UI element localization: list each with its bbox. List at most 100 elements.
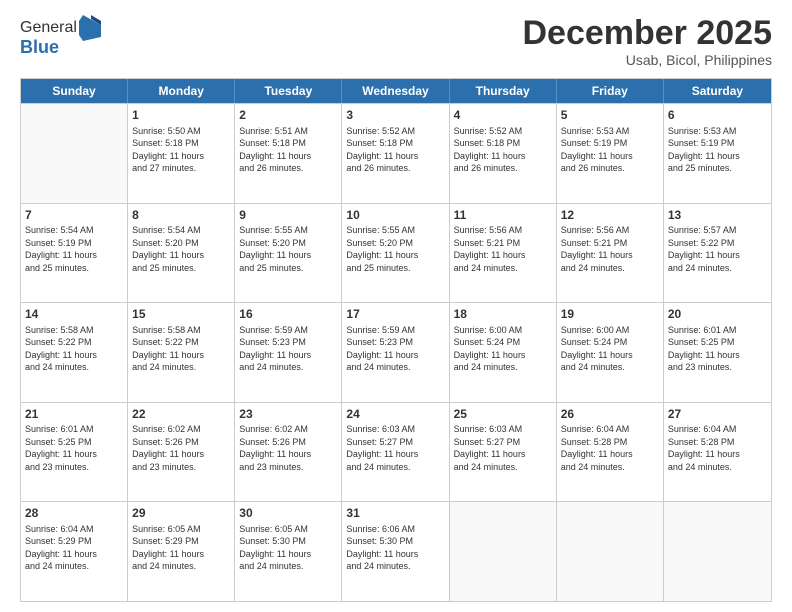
calendar-cell: 16 Sunrise: 5:59 AM Sunset: 5:23 PM Dayli… bbox=[235, 303, 342, 402]
day-number: 13 bbox=[668, 207, 767, 223]
calendar-cell bbox=[450, 502, 557, 601]
day-info: Sunrise: 5:54 AM Sunset: 5:19 PM Dayligh… bbox=[25, 224, 123, 274]
calendar-cell: 22Sunrise: 6:02 AM Sunset: 5:26 PM Dayli… bbox=[128, 403, 235, 502]
calendar-header-day: Wednesday bbox=[342, 79, 449, 103]
day-info: Sunrise: 6:00 AM Sunset: 5:24 PM Dayligh… bbox=[561, 324, 659, 374]
day-info: Sunrise: 6:01 AM Sunset: 5:25 PM Dayligh… bbox=[668, 324, 767, 374]
day-number: 14 bbox=[25, 306, 123, 322]
day-info: Sunrise: 5:59 AM Sunset: 5:23 PM Dayligh… bbox=[239, 324, 337, 374]
calendar-cell: 26Sunrise: 6:04 AM Sunset: 5:28 PM Dayli… bbox=[557, 403, 664, 502]
day-info: Sunrise: 6:04 AM Sunset: 5:28 PM Dayligh… bbox=[668, 423, 767, 473]
day-info: Sunrise: 5:57 AM Sunset: 5:22 PM Dayligh… bbox=[668, 224, 767, 274]
day-info: Sunrise: 5:55 AM Sunset: 5:20 PM Dayligh… bbox=[239, 224, 337, 274]
day-info: Sunrise: 5:55 AM Sunset: 5:20 PM Dayligh… bbox=[346, 224, 444, 274]
calendar-cell: 20 Sunrise: 6:01 AM Sunset: 5:25 PM Dayli… bbox=[664, 303, 771, 402]
day-info: Sunrise: 5:56 AM Sunset: 5:21 PM Dayligh… bbox=[454, 224, 552, 274]
calendar-week: 1 Sunrise: 5:50 AM Sunset: 5:18 PM Daylig… bbox=[21, 103, 771, 203]
day-info: Sunrise: 5:50 AM Sunset: 5:18 PM Dayligh… bbox=[132, 125, 230, 175]
calendar-cell: 12Sunrise: 5:56 AM Sunset: 5:21 PM Dayli… bbox=[557, 204, 664, 303]
day-info: Sunrise: 6:05 AM Sunset: 5:30 PM Dayligh… bbox=[239, 523, 337, 573]
calendar-cell bbox=[664, 502, 771, 601]
day-number: 23 bbox=[239, 406, 337, 422]
day-info: Sunrise: 6:03 AM Sunset: 5:27 PM Dayligh… bbox=[454, 423, 552, 473]
day-info: Sunrise: 5:52 AM Sunset: 5:18 PM Dayligh… bbox=[346, 125, 444, 175]
calendar-cell: 5 Sunrise: 5:53 AM Sunset: 5:19 PM Daylig… bbox=[557, 104, 664, 203]
day-info: Sunrise: 5:51 AM Sunset: 5:18 PM Dayligh… bbox=[239, 125, 337, 175]
calendar-header-day: Thursday bbox=[450, 79, 557, 103]
day-number: 12 bbox=[561, 207, 659, 223]
calendar-cell: 6Sunrise: 5:53 AM Sunset: 5:19 PM Daylig… bbox=[664, 104, 771, 203]
location: Usab, Bicol, Philippines bbox=[522, 52, 772, 68]
calendar-header-day: Sunday bbox=[21, 79, 128, 103]
logo-general-text: General bbox=[20, 19, 77, 37]
day-info: Sunrise: 6:01 AM Sunset: 5:25 PM Dayligh… bbox=[25, 423, 123, 473]
day-number: 16 bbox=[239, 306, 337, 322]
calendar-week: 7Sunrise: 5:54 AM Sunset: 5:19 PM Daylig… bbox=[21, 203, 771, 303]
day-info: Sunrise: 6:02 AM Sunset: 5:26 PM Dayligh… bbox=[239, 423, 337, 473]
calendar-header-day: Friday bbox=[557, 79, 664, 103]
day-number: 2 bbox=[239, 107, 337, 123]
day-info: Sunrise: 5:54 AM Sunset: 5:20 PM Dayligh… bbox=[132, 224, 230, 274]
calendar-cell: 24Sunrise: 6:03 AM Sunset: 5:27 PM Dayli… bbox=[342, 403, 449, 502]
calendar-cell: 7Sunrise: 5:54 AM Sunset: 5:19 PM Daylig… bbox=[21, 204, 128, 303]
calendar-cell: 18 Sunrise: 6:00 AM Sunset: 5:24 PM Dayli… bbox=[450, 303, 557, 402]
calendar-cell: 2 Sunrise: 5:51 AM Sunset: 5:18 PM Daylig… bbox=[235, 104, 342, 203]
calendar-week: 14 Sunrise: 5:58 AM Sunset: 5:22 PM Dayli… bbox=[21, 302, 771, 402]
title-block: December 2025 Usab, Bicol, Philippines bbox=[522, 15, 772, 68]
day-info: Sunrise: 5:58 AM Sunset: 5:22 PM Dayligh… bbox=[25, 324, 123, 374]
day-number: 5 bbox=[561, 107, 659, 123]
day-number: 15 bbox=[132, 306, 230, 322]
calendar-cell: 30Sunrise: 6:05 AM Sunset: 5:30 PM Dayli… bbox=[235, 502, 342, 601]
day-number: 25 bbox=[454, 406, 552, 422]
day-number: 22 bbox=[132, 406, 230, 422]
calendar-header-day: Monday bbox=[128, 79, 235, 103]
day-number: 31 bbox=[346, 505, 444, 521]
day-info: Sunrise: 5:53 AM Sunset: 5:19 PM Dayligh… bbox=[561, 125, 659, 175]
day-number: 26 bbox=[561, 406, 659, 422]
day-number: 8 bbox=[132, 207, 230, 223]
calendar-cell: 11Sunrise: 5:56 AM Sunset: 5:21 PM Dayli… bbox=[450, 204, 557, 303]
day-number: 29 bbox=[132, 505, 230, 521]
day-info: Sunrise: 6:02 AM Sunset: 5:26 PM Dayligh… bbox=[132, 423, 230, 473]
day-number: 18 bbox=[454, 306, 552, 322]
logo-icon bbox=[79, 15, 101, 41]
calendar-cell: 13Sunrise: 5:57 AM Sunset: 5:22 PM Dayli… bbox=[664, 204, 771, 303]
day-info: Sunrise: 6:00 AM Sunset: 5:24 PM Dayligh… bbox=[454, 324, 552, 374]
month-title: December 2025 bbox=[522, 15, 772, 52]
day-number: 1 bbox=[132, 107, 230, 123]
calendar-cell bbox=[557, 502, 664, 601]
calendar-cell: 19Sunrise: 6:00 AM Sunset: 5:24 PM Dayli… bbox=[557, 303, 664, 402]
day-info: Sunrise: 6:06 AM Sunset: 5:30 PM Dayligh… bbox=[346, 523, 444, 573]
calendar: SundayMondayTuesdayWednesdayThursdayFrid… bbox=[20, 78, 772, 602]
calendar-cell: 4Sunrise: 5:52 AM Sunset: 5:18 PM Daylig… bbox=[450, 104, 557, 203]
day-number: 3 bbox=[346, 107, 444, 123]
day-info: Sunrise: 5:59 AM Sunset: 5:23 PM Dayligh… bbox=[346, 324, 444, 374]
calendar-header: SundayMondayTuesdayWednesdayThursdayFrid… bbox=[21, 79, 771, 103]
calendar-cell: 10Sunrise: 5:55 AM Sunset: 5:20 PM Dayli… bbox=[342, 204, 449, 303]
calendar-cell bbox=[21, 104, 128, 203]
calendar-cell: 15 Sunrise: 5:58 AM Sunset: 5:22 PM Dayli… bbox=[128, 303, 235, 402]
day-number: 9 bbox=[239, 207, 337, 223]
day-info: Sunrise: 6:03 AM Sunset: 5:27 PM Dayligh… bbox=[346, 423, 444, 473]
logo: General Blue bbox=[20, 15, 101, 58]
day-info: Sunrise: 5:56 AM Sunset: 5:21 PM Dayligh… bbox=[561, 224, 659, 274]
calendar-cell: 21Sunrise: 6:01 AM Sunset: 5:25 PM Dayli… bbox=[21, 403, 128, 502]
day-number: 6 bbox=[668, 107, 767, 123]
day-number: 20 bbox=[668, 306, 767, 322]
calendar-cell: 23Sunrise: 6:02 AM Sunset: 5:26 PM Dayli… bbox=[235, 403, 342, 502]
page: General Blue December 2025 Usab, Bicol, … bbox=[0, 0, 792, 612]
calendar-body: 1 Sunrise: 5:50 AM Sunset: 5:18 PM Daylig… bbox=[21, 103, 771, 601]
calendar-cell: 29 Sunrise: 6:05 AM Sunset: 5:29 PM Dayli… bbox=[128, 502, 235, 601]
day-info: Sunrise: 5:58 AM Sunset: 5:22 PM Dayligh… bbox=[132, 324, 230, 374]
calendar-week: 28Sunrise: 6:04 AM Sunset: 5:29 PM Dayli… bbox=[21, 501, 771, 601]
day-number: 27 bbox=[668, 406, 767, 422]
calendar-cell: 9Sunrise: 5:55 AM Sunset: 5:20 PM Daylig… bbox=[235, 204, 342, 303]
day-number: 4 bbox=[454, 107, 552, 123]
calendar-cell: 17Sunrise: 5:59 AM Sunset: 5:23 PM Dayli… bbox=[342, 303, 449, 402]
day-info: Sunrise: 6:05 AM Sunset: 5:29 PM Dayligh… bbox=[132, 523, 230, 573]
calendar-header-day: Saturday bbox=[664, 79, 771, 103]
day-info: Sunrise: 6:04 AM Sunset: 5:28 PM Dayligh… bbox=[561, 423, 659, 473]
calendar-week: 21Sunrise: 6:01 AM Sunset: 5:25 PM Dayli… bbox=[21, 402, 771, 502]
calendar-header-day: Tuesday bbox=[235, 79, 342, 103]
calendar-cell: 3 Sunrise: 5:52 AM Sunset: 5:18 PM Daylig… bbox=[342, 104, 449, 203]
